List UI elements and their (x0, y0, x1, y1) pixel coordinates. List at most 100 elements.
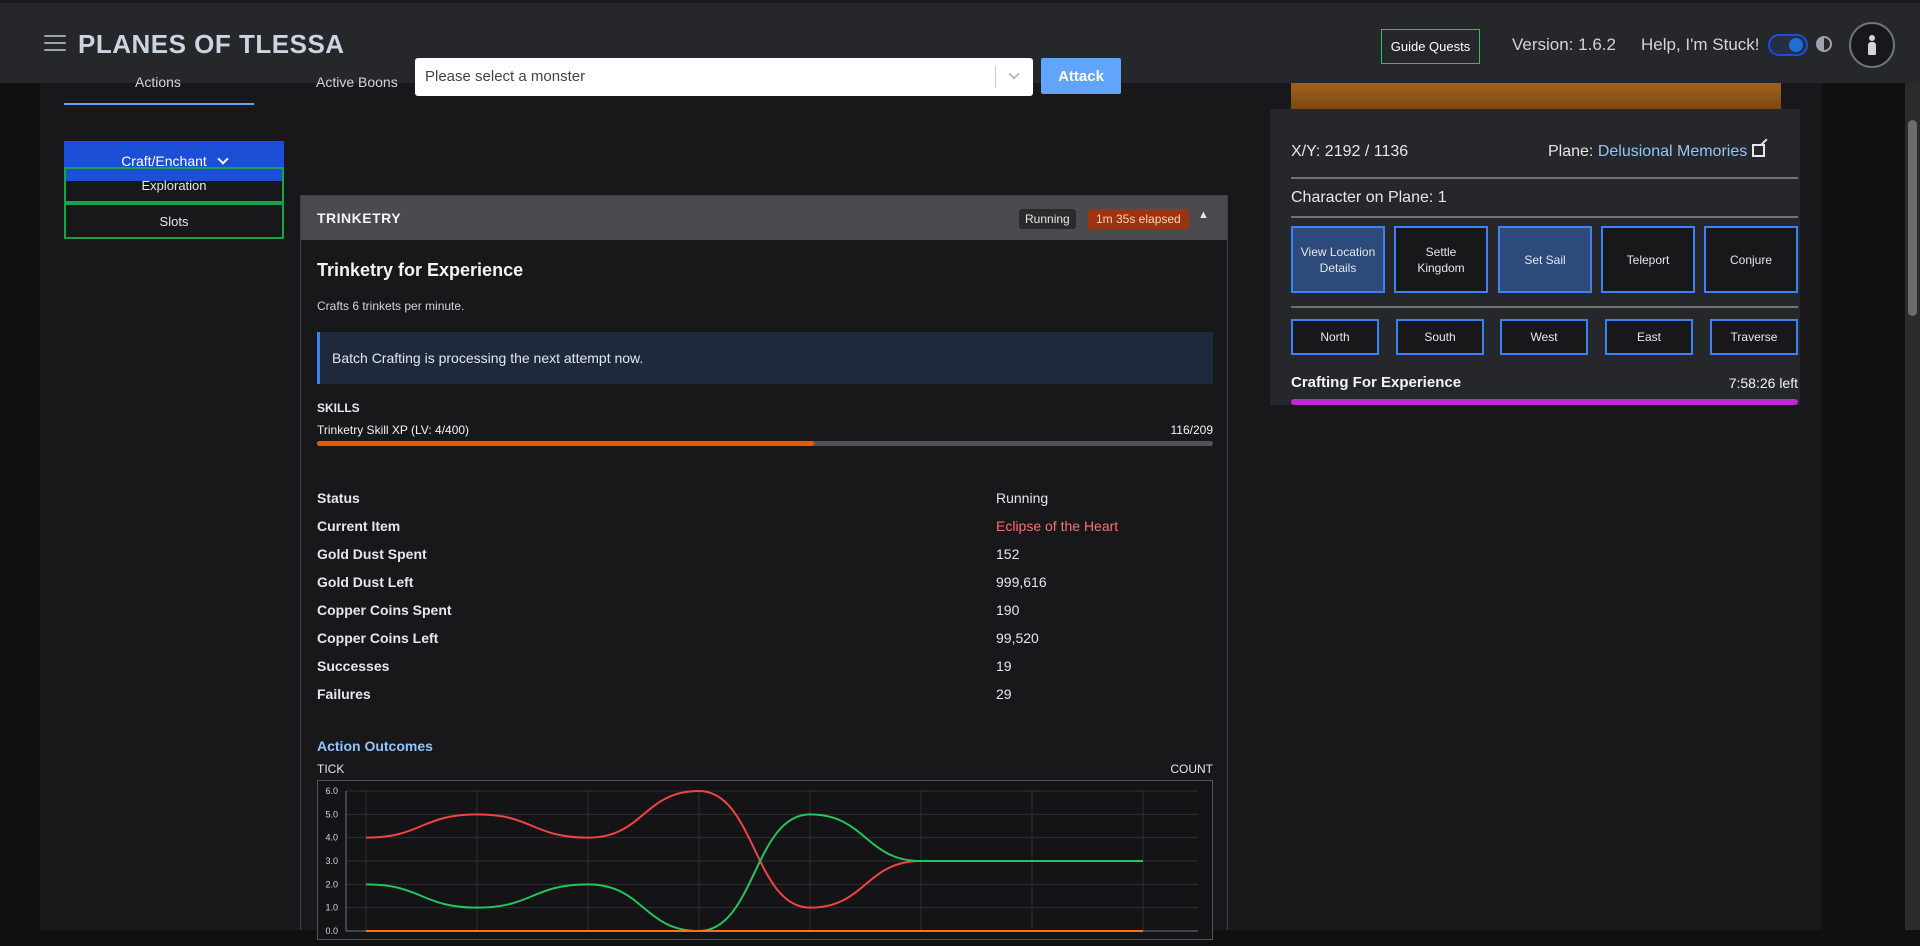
monster-select[interactable]: Please select a monster (415, 58, 1033, 96)
batch-info-text: Batch Crafting is processing the next at… (332, 350, 644, 366)
plane-name: Delusional Memories (1597, 143, 1748, 160)
divider (1291, 306, 1798, 308)
count-axis-label: COUNT (1170, 762, 1213, 776)
tab-active-boons[interactable]: Active Boons (316, 74, 398, 90)
table-row: Gold Dust Spent 152 (317, 546, 1213, 566)
outcomes-chart: 0.0 1.0 2.0 3.0 4.0 5.0 6.0 1 2 3 4 5 6 7 8 (317, 780, 1213, 946)
row-key: Copper Coins Spent (317, 602, 452, 618)
tab-actions[interactable]: Actions (135, 74, 181, 90)
row-value: 99,520 (996, 630, 1039, 646)
plane-info: Plane: Delusional Memories (1548, 143, 1766, 161)
monster-select-placeholder: Please select a monster (425, 68, 586, 85)
plane-label: Plane: (1548, 143, 1594, 160)
table-row: Successes 19 (317, 658, 1213, 678)
elapsed-badge: 1m 35s elapsed (1088, 209, 1189, 229)
tick-axis-label: TICK (317, 762, 345, 776)
map-image[interactable] (1291, 83, 1781, 109)
series-line-0 (365, 789, 1143, 909)
row-key: Failures (317, 686, 371, 702)
crafting-timer-bar (1291, 399, 1798, 405)
row-value: 190 (996, 602, 1020, 618)
x-tick-label: 4 (696, 940, 701, 941)
trinketry-title: Trinketry for Experience (317, 260, 524, 280)
row-key: Copper Coins Left (317, 630, 439, 646)
crafting-timer-label: Crafting For Experience (1291, 374, 1462, 391)
table-row: Gold Dust Left 999,616 (317, 574, 1213, 594)
y-tick-label: 0.0 (325, 926, 338, 936)
direction-traverse-button[interactable]: Traverse (1710, 319, 1798, 355)
menu-icon[interactable] (44, 35, 66, 53)
y-tick-label: 3.0 (325, 856, 338, 866)
x-tick-label: 7 (1029, 940, 1034, 941)
select-separator (995, 66, 996, 88)
row-key: Gold Dust Left (317, 574, 414, 590)
chevron-down-icon[interactable] (1008, 68, 1020, 80)
y-tick-label: 5.0 (325, 809, 338, 819)
row-key: Successes (317, 658, 390, 674)
direction-east-button[interactable]: East (1605, 319, 1693, 355)
brand-title[interactable]: PLANES OF TLESSA (78, 29, 345, 60)
trinketry-subtitle: Crafts 6 trinkets per minute. (317, 299, 465, 313)
exploration-button[interactable]: Exploration (64, 167, 284, 203)
series-line-1 (365, 813, 1143, 933)
y-tick-label: 1.0 (325, 903, 338, 913)
table-row: Current Item Eclipse of the Heart (317, 518, 1213, 538)
location-action-settle-kingdom[interactable]: Settle Kingdom (1394, 226, 1488, 293)
direction-west-button[interactable]: West (1500, 319, 1588, 355)
location-action-set-sail[interactable]: Set Sail (1498, 226, 1592, 293)
scrollbar-thumb[interactable] (1908, 120, 1917, 316)
row-key: Current Item (317, 518, 401, 534)
xp-value: 116/209 (1170, 423, 1214, 437)
direction-north-button[interactable]: North (1291, 319, 1379, 355)
collapse-caret-icon[interactable]: ▲ (1198, 209, 1209, 221)
x-tick-label: 3 (585, 940, 590, 941)
xy-coordinates: X/Y: 2192 / 1136 (1291, 143, 1409, 160)
status-badge: Running (1019, 209, 1076, 229)
theme-toggle[interactable] (1768, 34, 1808, 56)
x-tick-label: 5 (807, 940, 812, 941)
xp-progress-bar (317, 441, 1213, 446)
row-value: 152 (996, 546, 1020, 562)
avatar[interactable] (1849, 22, 1895, 68)
version-label: Version: 1.6.2 (1512, 35, 1616, 54)
x-tick-label: 8 (1140, 940, 1145, 941)
location-action-conjure[interactable]: Conjure (1704, 226, 1798, 293)
row-value: 29 (996, 686, 1012, 702)
skills-label: SKILLS (317, 401, 360, 415)
action-outcomes-title: Action Outcomes (317, 738, 433, 754)
help-link[interactable]: Help, I'm Stuck! (1641, 35, 1760, 55)
divider (1291, 177, 1798, 179)
row-value: Running (996, 490, 1049, 506)
y-tick-label: 4.0 (325, 833, 338, 843)
table-row: Failures 29 (317, 686, 1213, 706)
xp-progress-fill (317, 441, 815, 446)
row-key: Gold Dust Spent (317, 546, 427, 562)
plane-link[interactable]: Delusional Memories (1597, 143, 1766, 160)
external-link-icon (1752, 144, 1766, 157)
person-icon (1868, 35, 1876, 55)
row-value: 19 (996, 658, 1012, 674)
current-item-link[interactable]: Eclipse of the Heart (996, 518, 1118, 534)
location-panel: X/Y: 2192 / 1136 Plane: Delusional Memor… (1270, 109, 1800, 405)
y-tick-label: 2.0 (325, 879, 338, 889)
slots-button[interactable]: Slots (64, 203, 284, 239)
direction-south-button[interactable]: South (1396, 319, 1484, 355)
trinketry-header-title: TRINKETRY (317, 210, 402, 226)
trinketry-card: TRINKETRY Running 1m 35s elapsed ▲ Trink… (300, 195, 1228, 946)
location-action-teleport[interactable]: Teleport (1601, 226, 1695, 293)
x-tick-label: 6 (918, 940, 923, 941)
y-tick-label: 6.0 (325, 786, 338, 796)
outcomes-chart-svg: 0.0 1.0 2.0 3.0 4.0 5.0 6.0 1 2 3 4 5 6 7 8 (325, 786, 1198, 946)
x-tick-label: 2 (474, 940, 479, 941)
divider (1291, 216, 1798, 218)
row-value: 999,616 (996, 574, 1047, 590)
location-action-view-location-details[interactable]: View Location Details (1291, 226, 1385, 293)
trinketry-card-header[interactable]: TRINKETRY Running 1m 35s elapsed ▲ (301, 196, 1227, 240)
table-row: Status Running (317, 490, 1213, 510)
page-scrollbar[interactable] (1905, 83, 1920, 930)
table-row: Copper Coins Left 99,520 (317, 630, 1213, 650)
attack-button[interactable]: Attack (1041, 58, 1121, 94)
x-tick-label: 1 (363, 940, 368, 941)
chevron-down-icon (217, 152, 229, 165)
guide-quests-button[interactable]: Guide Quests (1381, 29, 1480, 64)
